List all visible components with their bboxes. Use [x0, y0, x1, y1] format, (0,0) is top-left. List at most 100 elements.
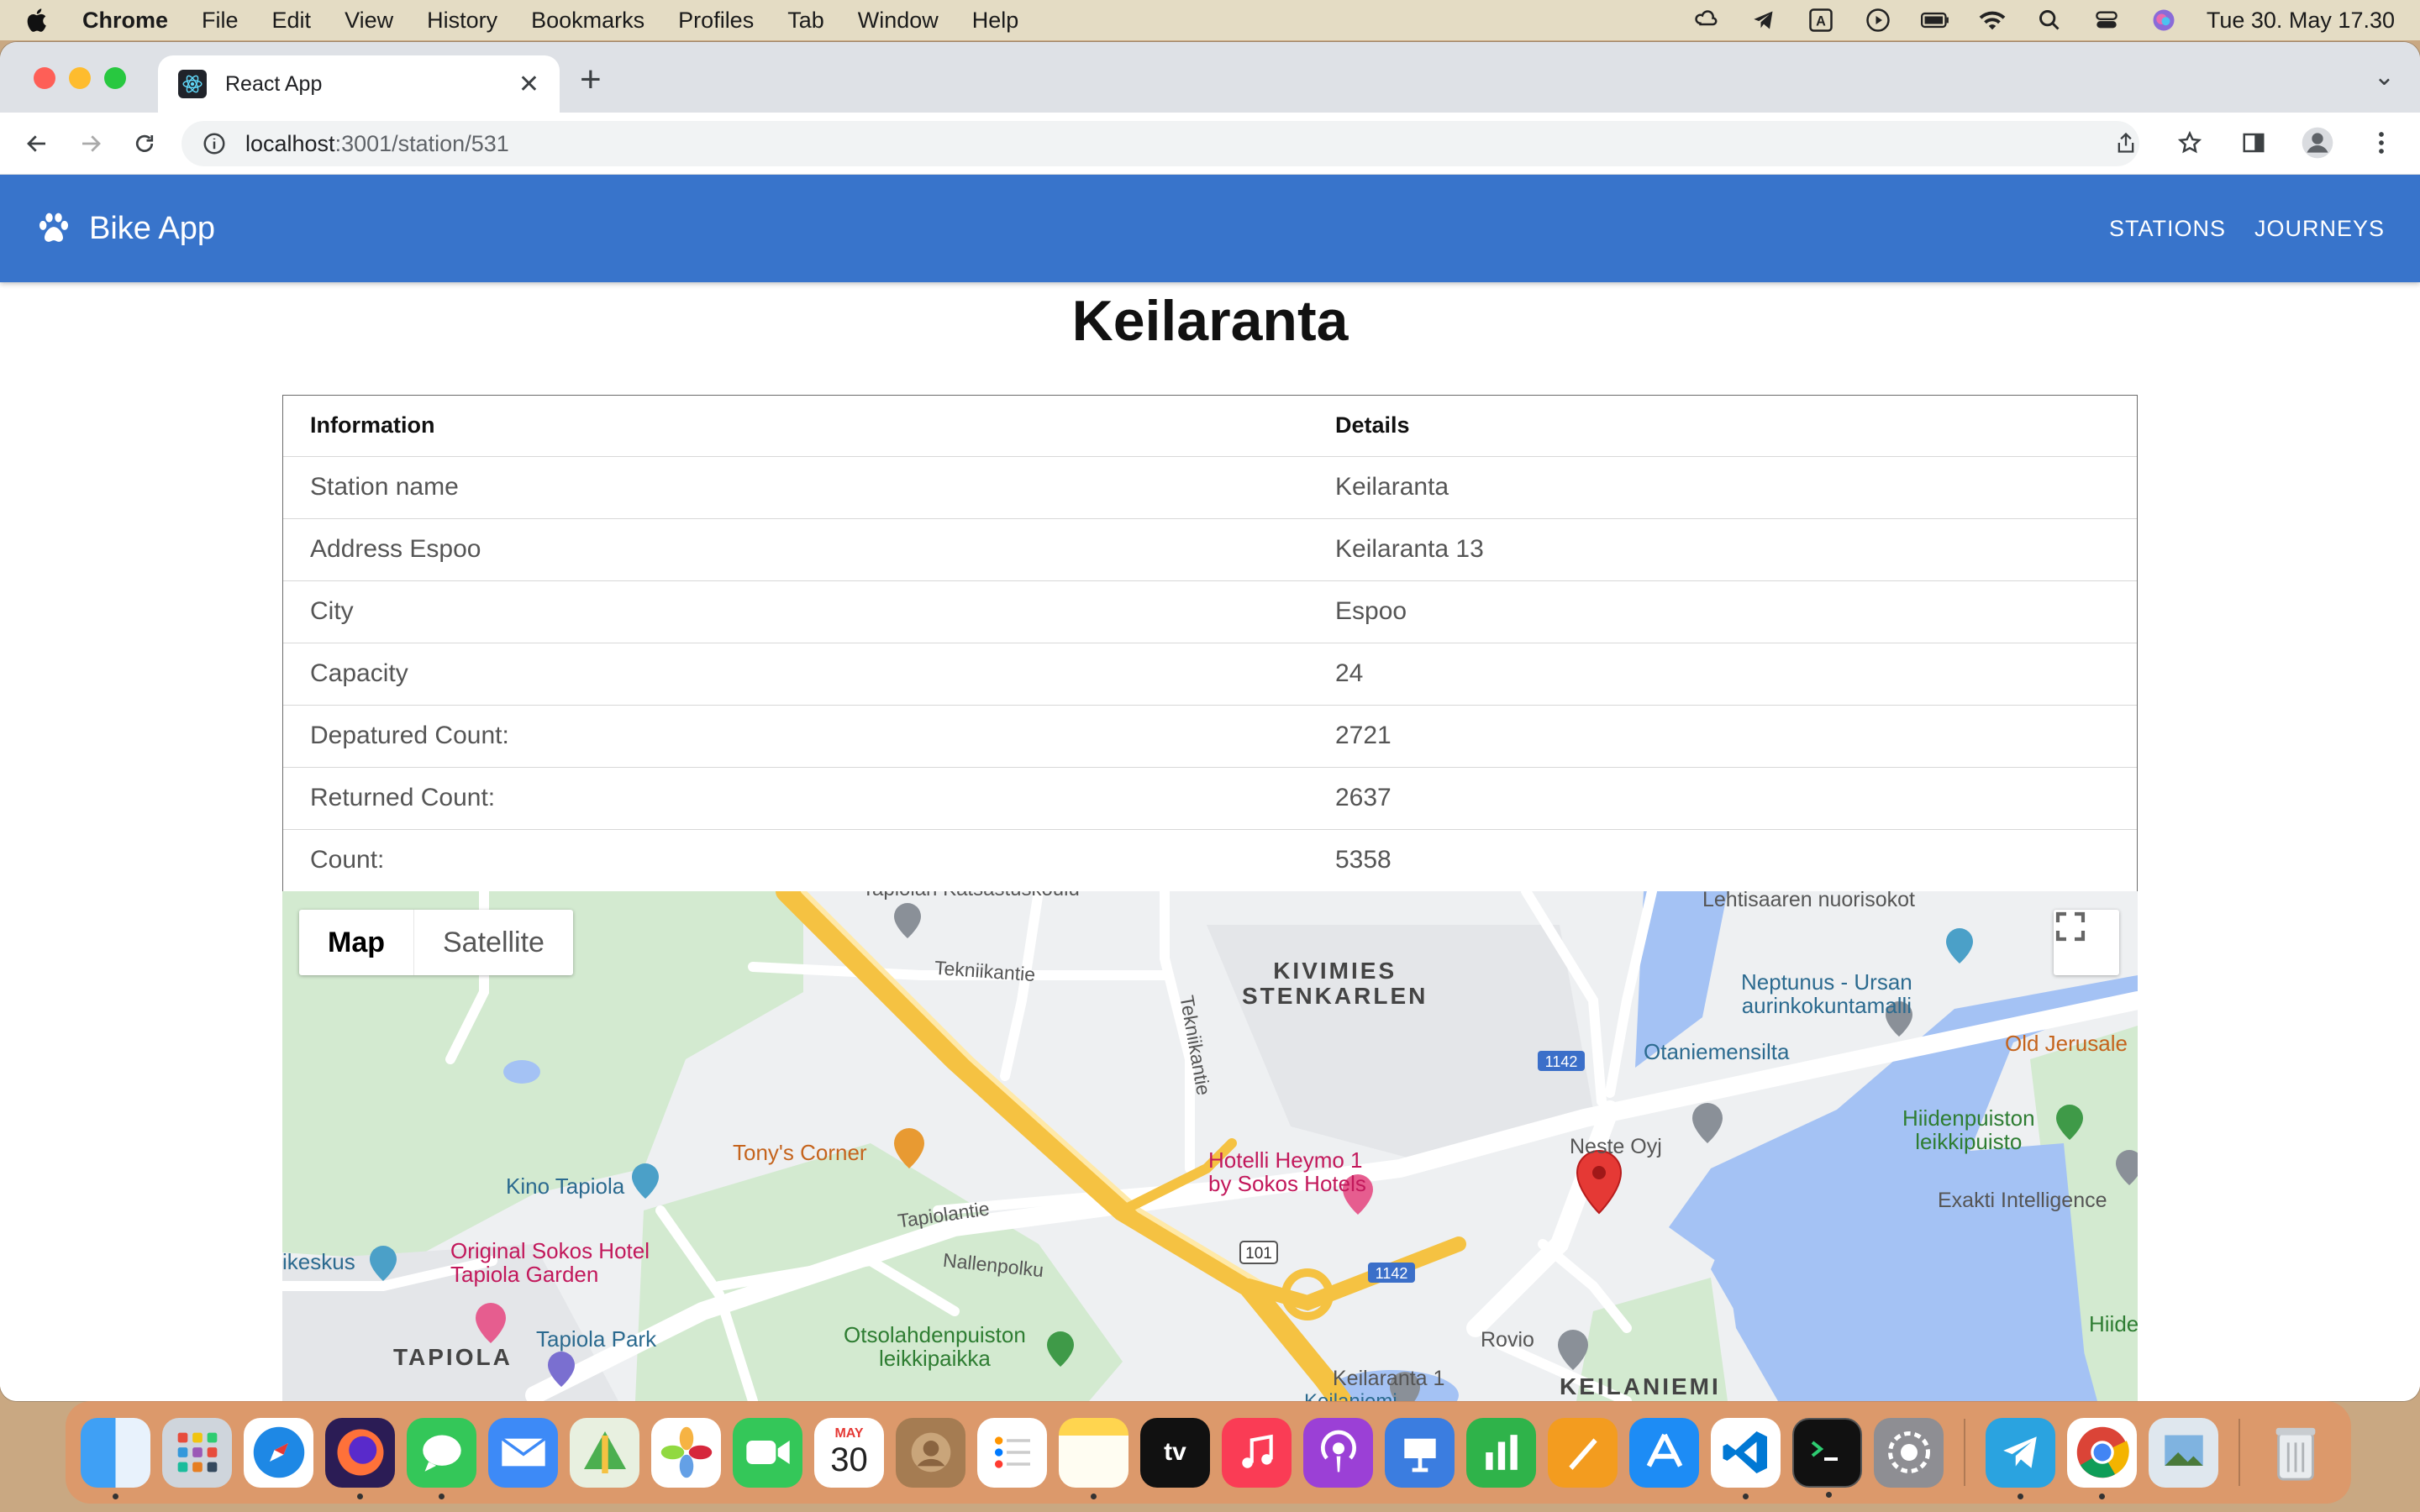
menu-view[interactable]: View — [345, 8, 393, 34]
system-settings-icon[interactable] — [1874, 1417, 1944, 1488]
map-type-satellite-button[interactable]: Satellite — [414, 910, 573, 975]
map-label-hiide[interactable]: Hiide — [2089, 1311, 2138, 1337]
music-icon[interactable] — [1222, 1417, 1292, 1488]
pages-icon[interactable] — [1548, 1417, 1618, 1488]
menu-profiles[interactable]: Profiles — [678, 8, 754, 34]
firefox-icon[interactable] — [325, 1417, 395, 1499]
back-arrow-icon[interactable] — [18, 125, 55, 162]
finder-icon[interactable] — [81, 1417, 150, 1499]
station-map[interactable]: 101 1142 1142 KIVIMIES STENKARLEN TAPIOL… — [282, 891, 2138, 1401]
minimize-window-button[interactable] — [69, 67, 91, 89]
map-label-rovio[interactable]: Rovio — [1481, 1328, 1534, 1352]
mail-icon[interactable] — [488, 1417, 558, 1488]
fullscreen-button[interactable] — [2054, 910, 2119, 975]
app-store-icon[interactable] — [1629, 1417, 1699, 1488]
close-tab-icon[interactable]: ✕ — [518, 70, 539, 99]
menubar-clock[interactable]: Tue 30. May 17.30 — [2207, 8, 2395, 34]
input-source-icon[interactable]: A — [1807, 8, 1835, 33]
map-label-tonys-corner[interactable]: Tony's Corner — [733, 1140, 867, 1166]
maps-icon[interactable] — [570, 1417, 639, 1488]
contacts-icon[interactable] — [896, 1417, 965, 1488]
map-label-keilaniemi-metro[interactable]: Keilaniemi — [1304, 1390, 1397, 1401]
wifi-icon[interactable] — [1978, 8, 2007, 33]
play-icon[interactable] — [1864, 8, 1892, 33]
main-nav: STATIONS JOURNEYS — [2109, 216, 2385, 242]
apple-tv-label: tv — [1164, 1438, 1186, 1466]
map-label-ikeskus[interactable]: ikeskus — [282, 1249, 355, 1275]
terminal-icon[interactable] — [1792, 1417, 1862, 1498]
map-label-otsolahden[interactable]: Otsolahdenpuiston leikkipaikka — [844, 1323, 1026, 1370]
launchpad-icon[interactable] — [162, 1417, 232, 1488]
forward-arrow-icon[interactable] — [72, 125, 109, 162]
menu-help[interactable]: Help — [972, 8, 1019, 34]
menu-app-name[interactable]: Chrome — [82, 8, 168, 34]
map-label-tapiola-park[interactable]: Tapiola Park — [536, 1326, 656, 1352]
reminders-icon[interactable] — [977, 1417, 1047, 1488]
trash-icon[interactable] — [2260, 1418, 2330, 1488]
table-row: Address Espoo Keilaranta 13 — [283, 518, 2137, 581]
map-label-keilaranta-1[interactable]: Keilaranta 1 — [1333, 1367, 1444, 1391]
apple-icon[interactable] — [24, 6, 52, 34]
site-info-icon[interactable] — [202, 131, 227, 156]
menu-edit[interactable]: Edit — [272, 8, 312, 34]
browser-tab[interactable]: React App ✕ — [158, 55, 560, 113]
svg-text:A: A — [1816, 13, 1826, 29]
menu-history[interactable]: History — [427, 8, 497, 34]
map-label-hiidenpuiston[interactable]: Hiidenpuiston leikkipuisto — [1902, 1106, 2035, 1153]
siri-icon[interactable] — [2149, 8, 2178, 33]
preview-icon[interactable] — [2149, 1417, 2218, 1488]
battery-icon[interactable] — [1920, 8, 1949, 33]
calendar-icon[interactable]: MAY 30 — [814, 1417, 884, 1488]
control-center-icon[interactable] — [2092, 8, 2121, 33]
profile-avatar-icon[interactable] — [2299, 124, 2336, 161]
row-value: Keilaranta — [1308, 456, 2137, 519]
map-label-old-jerusalem[interactable]: Old Jerusale — [2005, 1031, 2128, 1057]
safari-icon[interactable] — [244, 1417, 313, 1488]
map-label-otaniemensilta[interactable]: Otaniemensilta — [1644, 1039, 1789, 1065]
podcasts-icon[interactable] — [1303, 1417, 1373, 1488]
facetime-icon[interactable] — [733, 1417, 802, 1488]
spotlight-search-icon[interactable] — [2035, 8, 2064, 33]
menu-tab[interactable]: Tab — [787, 8, 824, 34]
numbers-icon[interactable] — [1466, 1417, 1536, 1488]
messages-icon[interactable] — [407, 1417, 476, 1499]
map-label-katsastuskoulu[interactable]: Tapiolan Katsastuskoulu — [862, 891, 1080, 901]
telegram-icon[interactable] — [1986, 1417, 2055, 1499]
reload-icon[interactable] — [126, 125, 163, 162]
apple-tv-icon[interactable]: tv — [1140, 1417, 1210, 1488]
close-window-button[interactable] — [34, 67, 55, 89]
menu-window[interactable]: Window — [858, 8, 939, 34]
share-icon[interactable] — [2107, 124, 2144, 161]
map-label-exakti[interactable]: Exakti Intelligence — [1938, 1189, 2107, 1213]
map-label-neste[interactable]: Neste Oyj — [1570, 1135, 1662, 1159]
zoom-window-button[interactable] — [104, 67, 126, 89]
address-bar[interactable]: localhost:3001/station/531 — [182, 121, 2139, 166]
map-label-sokos-hotel[interactable]: Original Sokos Hotel Tapiola Garden — [450, 1239, 650, 1286]
telegram-menu-icon[interactable] — [1749, 8, 1778, 33]
nav-journeys-link[interactable]: JOURNEYS — [2254, 216, 2385, 242]
vscode-icon[interactable] — [1711, 1417, 1781, 1499]
map-type-map-button[interactable]: Map — [299, 910, 414, 975]
chrome-menu-icon[interactable] — [2363, 124, 2400, 161]
weather-icon[interactable] — [1692, 8, 1721, 33]
new-tab-icon[interactable]: + — [580, 59, 602, 101]
row-label: City — [283, 580, 1308, 643]
keynote-icon[interactable] — [1385, 1417, 1455, 1488]
chrome-icon[interactable] — [2067, 1417, 2137, 1499]
map-label-neptunus[interactable]: Neptunus - Ursan aurinkokuntamalli — [1741, 970, 1912, 1017]
photos-icon[interactable] — [651, 1417, 721, 1488]
map-label-lehtisaaren[interactable]: Lehtisaaren nuorisokot — [1702, 891, 1915, 912]
menu-bookmarks[interactable]: Bookmarks — [531, 8, 644, 34]
nav-stations-link[interactable]: STATIONS — [2109, 216, 2226, 242]
row-value: Espoo — [1308, 580, 2137, 643]
menu-file[interactable]: File — [202, 8, 239, 34]
side-panel-icon[interactable] — [2235, 124, 2272, 161]
tab-search-chevron-icon[interactable]: ⌄ — [2374, 62, 2395, 92]
map-label-kino-tapiola[interactable]: Kino Tapiola — [506, 1173, 624, 1200]
brand-title: Bike App — [89, 210, 215, 246]
brand[interactable]: Bike App — [35, 210, 215, 247]
row-value: 24 — [1308, 643, 2137, 706]
bookmark-star-icon[interactable] — [2171, 124, 2208, 161]
notes-icon[interactable] — [1059, 1417, 1128, 1499]
map-label-hotelli-heymo[interactable]: Hotelli Heymo 1 by Sokos Hotels — [1208, 1148, 1366, 1195]
